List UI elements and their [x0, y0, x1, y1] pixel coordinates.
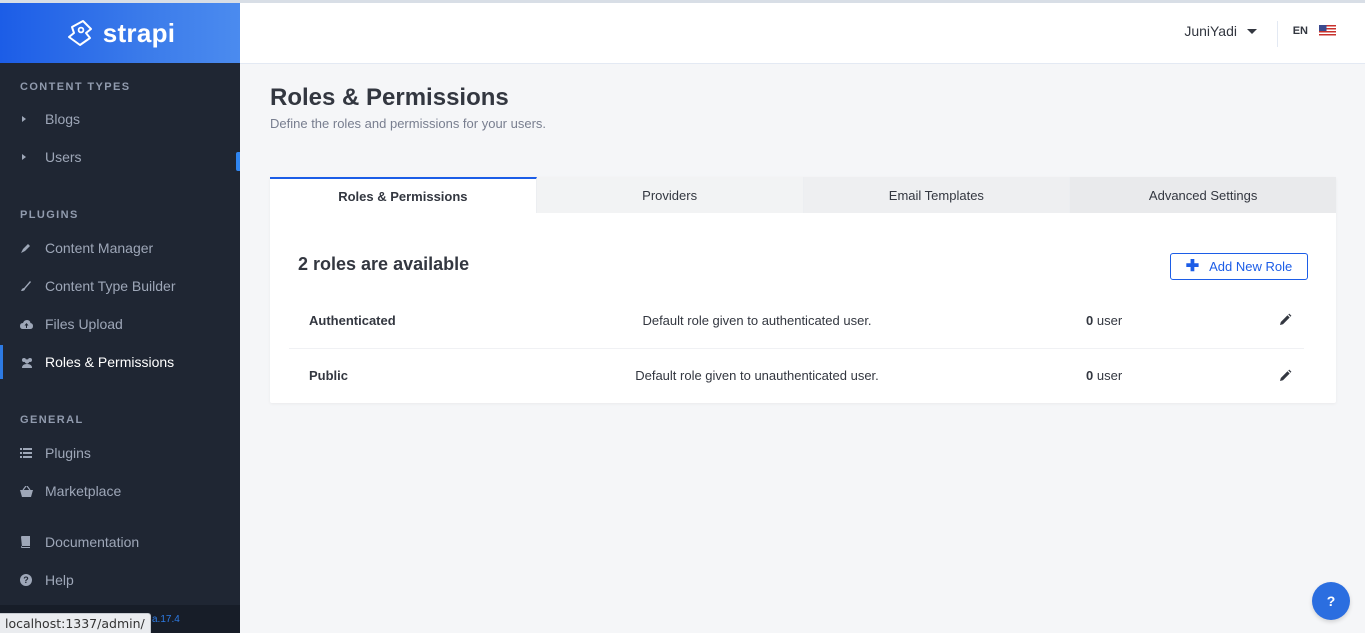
role-description: Default role given to authenticated user… [642, 312, 872, 328]
sidebar-item-label: Files Upload [45, 316, 123, 332]
sidebar-item-label: Plugins [45, 445, 91, 461]
scroll-indicator [236, 152, 240, 171]
section-title-content-types: CONTENT TYPES [20, 81, 131, 93]
role-description: Default role given to unauthenticated us… [635, 368, 879, 383]
sidebar-item-label: Documentation [45, 534, 140, 550]
role-count-unit: user [1096, 312, 1123, 328]
brush-icon [20, 280, 45, 292]
role-count-value: 0 [1086, 312, 1094, 328]
sidebar-item-label: Content Manager [45, 240, 154, 256]
user-menu[interactable]: JuniYadi [1184, 23, 1257, 39]
sidebar-item-label: Blogs [45, 111, 81, 127]
sidebar-item-label: Users [45, 149, 82, 165]
sidebar-item-plugins[interactable]: Plugins [0, 434, 240, 472]
list-icon [20, 448, 45, 458]
section-title-general: GENERAL [20, 414, 84, 426]
tab-roles-permissions[interactable]: Roles & Permissions [270, 177, 537, 213]
pencil-tool-icon [20, 242, 45, 254]
sidebar-item-label: Content Type Builder [45, 278, 176, 294]
roles-panel: Roles & Permissions Providers Email Temp… [270, 177, 1336, 403]
sidebar-item-content-type-builder[interactable]: Content Type Builder [0, 267, 240, 305]
sidebar-item-label: Roles & Permissions [45, 354, 175, 370]
cloud-upload-icon [20, 319, 45, 330]
tab-advanced-settings[interactable]: Advanced Settings [1070, 177, 1336, 213]
roles-count-heading: 2 roles are available [298, 254, 470, 274]
brand-header[interactable]: strapi [0, 0, 240, 63]
sidebar-item-label: Help [45, 572, 74, 588]
role-count-value: 0 [1086, 368, 1094, 383]
sidebar-item-help[interactable]: ? Help [0, 561, 240, 599]
active-indicator [0, 345, 3, 379]
add-new-role-label: Add New Role [1209, 259, 1293, 274]
top-header: JuniYadi EN [240, 0, 1365, 64]
basket-icon [20, 485, 45, 497]
strapi-logo-icon [67, 20, 92, 46]
language-label: EN [1292, 25, 1308, 37]
section-title-plugins: PLUGINS [20, 209, 79, 221]
role-user-count: 0 user [1086, 313, 1122, 328]
sidebar-item-roles-permissions[interactable]: Roles & Permissions [0, 343, 240, 381]
sidebar-item-label: Marketplace [45, 483, 122, 499]
sidebar-item-files-upload[interactable]: Files Upload [0, 305, 240, 343]
sidebar-item-marketplace[interactable]: Marketplace [0, 472, 240, 510]
role-row-public[interactable]: Public Default role given to unauthentic… [289, 348, 1304, 402]
caret-right-icon [20, 153, 45, 161]
plus-icon: ✚ [1185, 257, 1200, 275]
status-url: localhost:1337/admin/ [0, 613, 151, 633]
page-title: Roles & Permissions [270, 84, 509, 111]
sidebar: strapi CONTENT TYPES Blogs Users PLUGINS… [0, 0, 240, 633]
tab-providers[interactable]: Providers [536, 177, 804, 213]
help-fab-button[interactable]: ? [1312, 582, 1350, 620]
tab-bar: Roles & Permissions Providers Email Temp… [270, 177, 1336, 213]
sidebar-item-content-manager[interactable]: Content Manager [0, 229, 240, 267]
version-label: a.17.4 [152, 614, 180, 625]
caret-right-icon [20, 115, 45, 123]
sidebar-item-documentation[interactable]: Documentation [0, 523, 240, 561]
add-new-role-button[interactable]: ✚ Add New Role [1170, 253, 1308, 280]
username: JuniYadi [1184, 23, 1237, 39]
us-flag-icon [1319, 25, 1336, 37]
edit-pencil-icon[interactable] [1278, 313, 1292, 327]
role-count-unit: user [1096, 368, 1123, 383]
edit-pencil-icon[interactable] [1278, 369, 1292, 383]
sidebar-item-users[interactable]: Users [0, 138, 240, 176]
language-switcher[interactable]: EN [1293, 25, 1336, 37]
book-icon [20, 536, 45, 548]
tab-email-templates[interactable]: Email Templates [803, 177, 1071, 213]
role-user-count: 0 user [1086, 368, 1122, 383]
chevron-down-icon [1247, 28, 1257, 34]
question-circle-icon: ? [20, 574, 45, 586]
role-row-authenticated[interactable]: Authenticated Default role given to auth… [289, 293, 1304, 347]
brand-name: strapi [102, 17, 176, 48]
svg-text:?: ? [23, 575, 29, 585]
sidebar-item-blogs[interactable]: Blogs [0, 100, 240, 138]
page-subtitle: Define the roles and permissions for you… [270, 116, 547, 131]
header-divider [1277, 21, 1278, 47]
users-icon [20, 357, 45, 368]
